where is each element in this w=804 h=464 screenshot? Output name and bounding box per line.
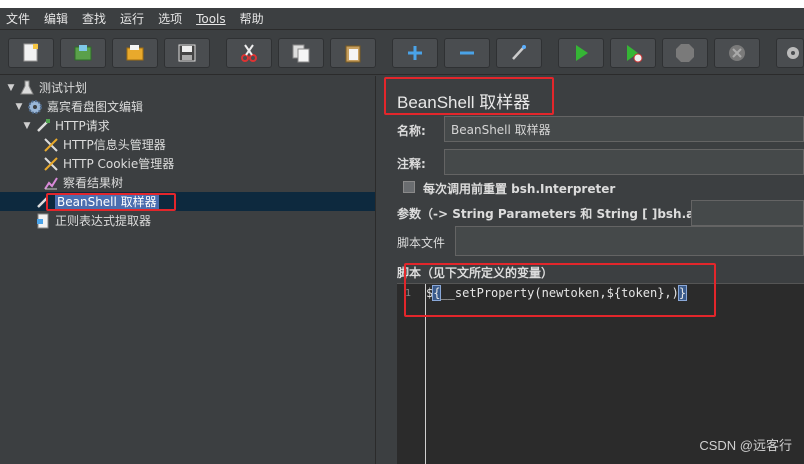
shutdown-button[interactable] <box>714 38 760 68</box>
copy-icon <box>292 44 310 63</box>
pipette-icon <box>34 117 52 135</box>
menu-options[interactable]: 选项 <box>158 10 182 27</box>
menu-search[interactable]: 查找 <box>82 10 106 27</box>
wand-icon <box>512 45 526 60</box>
paste-button[interactable] <box>330 38 376 68</box>
toggle-button[interactable] <box>496 38 542 68</box>
stop-icon <box>676 44 694 62</box>
cut-button[interactable] <box>226 38 272 68</box>
tree-node-header-manager[interactable]: HTTP信息头管理器 <box>42 135 166 154</box>
script-file-input[interactable] <box>455 226 804 256</box>
gear-broom-icon <box>787 47 799 59</box>
tools-icon <box>42 155 60 173</box>
new-file-icon <box>23 43 38 62</box>
collapse-all-button[interactable] <box>444 38 490 68</box>
new-button[interactable] <box>8 38 54 68</box>
tree-node-label: 正则表达式提取器 <box>55 214 152 228</box>
open-button[interactable] <box>112 38 158 68</box>
tree-node-result-tree[interactable]: 察看结果树 <box>42 173 123 192</box>
tree-node-regex-extractor[interactable]: 正则表达式提取器 <box>34 211 151 230</box>
templates-icon <box>74 45 92 61</box>
tree-node-label: 察看结果树 <box>63 176 124 190</box>
chart-icon <box>42 174 60 192</box>
collapse-arrow-icon[interactable]: ▼ <box>6 83 16 93</box>
open-folder-icon <box>126 45 144 61</box>
test-plan-tree: ▼ 测试计划 ▼ 嘉宾看盘图文编辑 ▼ HTTP请求 HTTP信息头管理器 HT… <box>0 76 376 464</box>
pen-icon <box>34 193 52 211</box>
tree-node-beanshell[interactable]: BeanShell 取样器 <box>0 192 375 211</box>
play-icon <box>576 45 588 61</box>
tools-icon <box>42 136 60 154</box>
tree-node-test-plan[interactable]: ▼ 测试计划 <box>6 78 87 97</box>
clear-button[interactable] <box>776 38 804 68</box>
collapse-arrow-icon[interactable]: ▼ <box>22 121 32 131</box>
watermark: CSDN @远客行 <box>699 438 792 453</box>
start-no-pauses-button[interactable] <box>610 38 656 68</box>
play-no-timer-icon <box>627 45 643 63</box>
tree-node-thread-group[interactable]: ▼ 嘉宾看盘图文编辑 <box>14 97 143 116</box>
tree-node-label: BeanShell 取样器 <box>55 193 159 210</box>
gear-icon <box>26 98 44 116</box>
tree-node-cookie-manager[interactable]: HTTP Cookie管理器 <box>42 154 174 173</box>
plus-icon <box>408 46 422 60</box>
comment-label: 注释: <box>397 157 426 171</box>
line-number: 1 <box>405 288 412 299</box>
save-icon <box>178 44 196 62</box>
menu-run[interactable]: 运行 <box>120 10 144 27</box>
tree-node-label: 嘉宾看盘图文编辑 <box>47 100 144 114</box>
parameters-input[interactable] <box>691 200 804 226</box>
sampler-panel: BeanShell 取样器 名称: BeanShell 取样器 注释: 每次调用… <box>377 76 804 464</box>
menu-help[interactable]: 帮助 <box>240 10 264 27</box>
copy-button[interactable] <box>278 38 324 68</box>
tree-node-http-request[interactable]: ▼ HTTP请求 <box>22 116 110 135</box>
menu-file[interactable]: 文件 <box>6 10 30 27</box>
scissors-icon <box>241 44 257 62</box>
editor-gutter <box>425 284 426 464</box>
toolbar <box>0 31 804 75</box>
tree-node-label: HTTP信息头管理器 <box>63 138 166 152</box>
reset-interpreter-label: 每次调用前重置 bsh.Interpreter <box>423 182 616 196</box>
script-label: 脚本（见下文所定义的变量） <box>397 266 554 280</box>
flask-icon <box>18 79 36 97</box>
stop-button[interactable] <box>662 38 708 68</box>
start-button[interactable] <box>558 38 604 68</box>
panel-title: BeanShell 取样器 <box>397 93 531 112</box>
script-code: ${__setProperty(newtoken,${token},)} <box>426 285 688 301</box>
templates-button[interactable] <box>60 38 106 68</box>
window-top-strip <box>0 0 804 8</box>
tree-node-label: HTTP请求 <box>55 119 110 133</box>
menu-tools[interactable]: Tools <box>196 12 226 26</box>
name-label: 名称: <box>397 124 426 138</box>
paste-icon <box>345 45 361 63</box>
tree-node-label: HTTP Cookie管理器 <box>63 157 175 171</box>
menu-bar: 文件 编辑 查找 运行 选项 Tools 帮助 <box>0 8 804 30</box>
script-file-label: 脚本文件 <box>397 236 446 250</box>
minus-icon <box>460 51 474 55</box>
document-icon <box>34 212 52 230</box>
collapse-arrow-icon[interactable]: ▼ <box>14 102 24 112</box>
reset-interpreter-checkbox[interactable] <box>403 181 415 193</box>
name-input[interactable]: BeanShell 取样器 <box>444 116 804 142</box>
parameters-label: 参数（-> String Parameters 和 String [ ]bsh.… <box>397 207 728 221</box>
tree-node-label: 测试计划 <box>39 81 88 95</box>
expand-all-button[interactable] <box>392 38 438 68</box>
comment-input[interactable] <box>444 149 804 175</box>
menu-edit[interactable]: 编辑 <box>44 10 68 27</box>
shutdown-icon <box>729 45 745 61</box>
save-button[interactable] <box>164 38 210 68</box>
